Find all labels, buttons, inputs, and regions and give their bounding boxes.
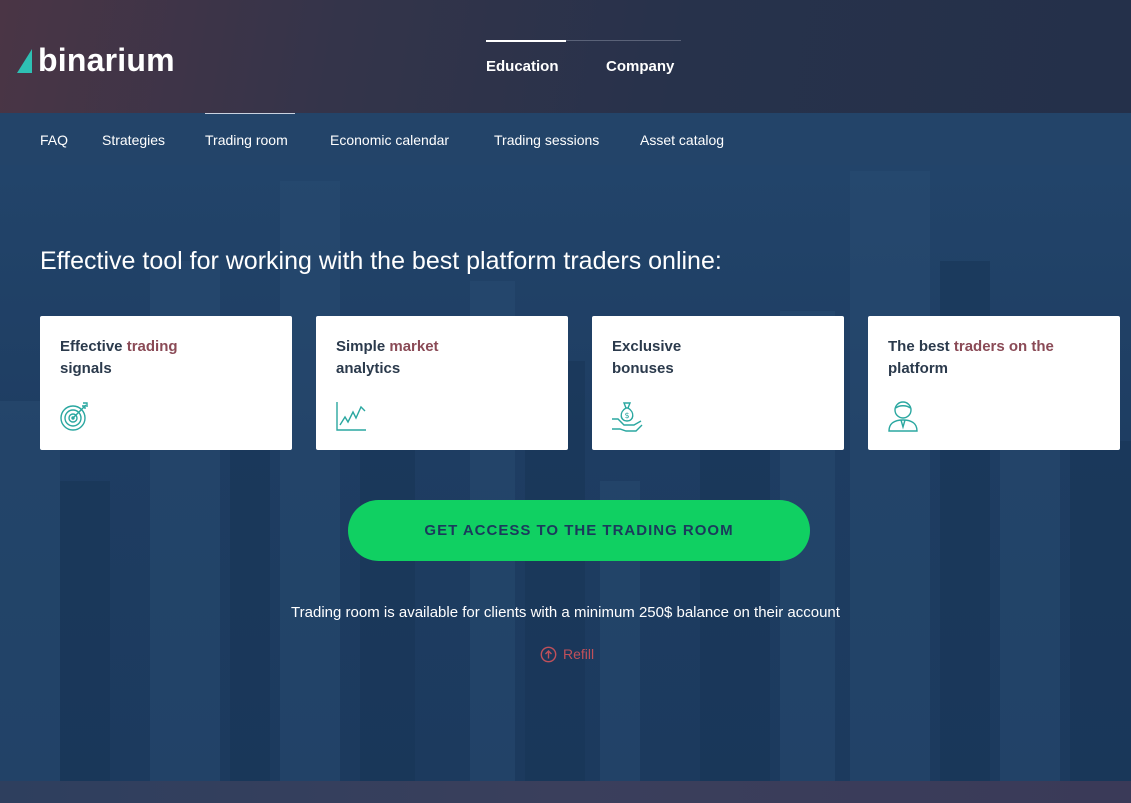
feature-card-best-traders[interactable]: The best traders on the platform [868, 316, 1120, 450]
money-bag-icon: $ [612, 402, 643, 432]
feature-card-market-analytics[interactable]: Simple market analytics [316, 316, 568, 450]
sub-nav-economic-calendar[interactable]: Economic calendar [330, 132, 449, 148]
top-header: binarium Education Company [0, 0, 1131, 113]
top-nav-company[interactable]: Company [606, 58, 674, 75]
feature-card-trading-signals[interactable]: Effective trading signals [40, 316, 292, 450]
trader-icon [888, 401, 918, 432]
sub-nav-active-indicator [205, 113, 295, 114]
feature-card-exclusive-bonuses[interactable]: Exclusive bonuses $ [592, 316, 844, 450]
card-title: Simple market analytics [336, 338, 439, 377]
refill-label: Refill [563, 646, 595, 662]
get-access-button[interactable]: GET ACCESS TO THE TRADING ROOM [348, 500, 810, 561]
sub-nav-trading-sessions[interactable]: Trading sessions [494, 132, 599, 148]
card-title: Exclusive bonuses [612, 338, 682, 377]
target-icon [60, 402, 88, 431]
top-nav-education[interactable]: Education [486, 58, 559, 75]
refill-link[interactable]: Refill [540, 644, 594, 664]
balance-note: Trading room is available for clients wi… [291, 604, 840, 621]
hero-headline: Effective tool for working with the best… [40, 247, 722, 275]
arrow-up-circle-icon [540, 646, 557, 662]
sub-nav-asset-catalog[interactable]: Asset catalog [640, 132, 724, 148]
card-title: The best traders on the platform [888, 338, 1054, 377]
sub-nav-faq[interactable]: FAQ [40, 132, 68, 148]
sub-nav: FAQ Strategies Trading room Economic cal… [0, 113, 1131, 165]
logo-text: binarium [38, 41, 175, 78]
sub-nav-trading-room[interactable]: Trading room [205, 132, 288, 148]
sub-nav-strategies[interactable]: Strategies [102, 132, 165, 148]
svg-text:$: $ [625, 411, 630, 420]
card-title: Effective trading signals [60, 338, 178, 377]
logo-mark-icon [17, 49, 32, 73]
logo[interactable]: binarium [17, 41, 175, 78]
bottom-strip [0, 781, 1131, 803]
top-nav-active-indicator [486, 40, 566, 42]
hero-section: Effective tool for working with the best… [0, 165, 1131, 781]
chart-icon [336, 402, 366, 431]
